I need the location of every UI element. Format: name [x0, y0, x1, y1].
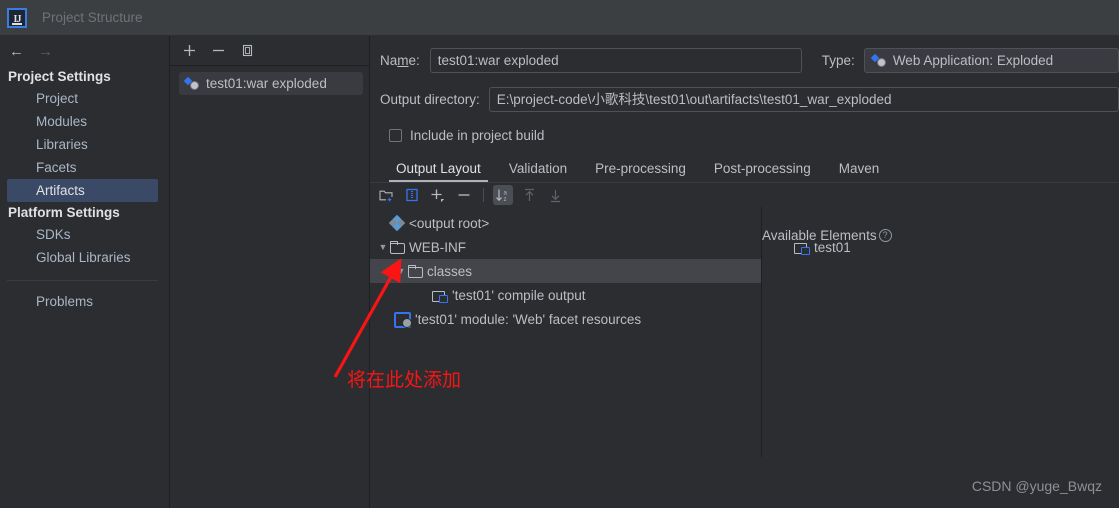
facet-resources-icon: [394, 312, 410, 326]
tree-row-label: 'test01' module: 'Web' facet resources: [415, 312, 641, 327]
move-down-button[interactable]: [545, 185, 565, 205]
window-title: Project Structure: [42, 10, 143, 25]
available-elements-label: Available Elements: [762, 228, 877, 243]
available-elements-header: Available Elements ?: [762, 228, 892, 243]
remove-artifact-button[interactable]: [210, 42, 227, 59]
type-label: Type:: [822, 53, 855, 68]
svg-text:a: a: [504, 190, 508, 196]
type-select[interactable]: Web Application: Exploded: [864, 48, 1119, 73]
artifact-list: test01:war exploded: [170, 66, 369, 95]
sort-button[interactable]: a z: [493, 185, 513, 205]
layout-panes: <output root> ▼ WEB-INF ▼ classes 'test0…: [370, 207, 1119, 457]
sidebar-group-platform-settings: Platform Settings: [0, 202, 169, 223]
available-elements-tree: test01: [762, 207, 1119, 457]
type-value: Web Application: Exploded: [893, 53, 1053, 69]
sidebar-item-libraries[interactable]: Libraries: [0, 133, 169, 156]
add-element-button[interactable]: [428, 185, 448, 205]
tree-row-facet-resources[interactable]: 'test01' module: 'Web' facet resources: [370, 307, 761, 331]
output-root-icon: [390, 216, 404, 230]
output-directory-row: Output directory: E:\project-code\小歌科技\t…: [370, 87, 1119, 112]
artifact-list-pane: test01:war exploded: [170, 36, 370, 508]
create-directory-button[interactable]: [376, 185, 396, 205]
chevron-down-icon[interactable]: ▼: [394, 266, 408, 276]
tree-row-output-root[interactable]: <output root>: [370, 211, 761, 235]
tab-output-layout[interactable]: Output Layout: [382, 161, 495, 182]
include-in-project-build-row[interactable]: Include in project build: [389, 128, 1119, 143]
tree-row-web-inf[interactable]: ▼ WEB-INF: [370, 235, 761, 259]
name-input[interactable]: test01:war exploded: [430, 48, 802, 73]
remove-element-button[interactable]: [454, 185, 474, 205]
folder-icon: [390, 241, 404, 253]
include-in-project-build-label: Include in project build: [410, 128, 544, 143]
move-up-button[interactable]: [519, 185, 539, 205]
add-artifact-button[interactable]: [181, 42, 198, 59]
artifact-item-label: test01:war exploded: [206, 76, 327, 91]
annotation-text: 将在此处添加: [347, 365, 461, 392]
sidebar-item-sdks[interactable]: SDKs: [0, 223, 169, 246]
copy-artifact-button[interactable]: [239, 42, 256, 59]
sidebar-item-artifacts[interactable]: Artifacts: [7, 179, 158, 202]
tree-row-label: 'test01' compile output: [452, 288, 585, 303]
watermark: CSDN @yuge_Bwqz: [972, 478, 1102, 494]
svg-text:z: z: [504, 197, 507, 203]
tab-post-processing[interactable]: Post-processing: [700, 161, 825, 182]
output-directory-label: Output directory:: [380, 92, 480, 107]
tree-row-label: WEB-INF: [409, 240, 466, 255]
intellij-idea-logo-icon: IJ: [7, 8, 27, 28]
folder-icon: [408, 265, 422, 277]
tab-maven[interactable]: Maven: [825, 161, 894, 182]
sidebar-item-global-libraries[interactable]: Global Libraries: [0, 246, 169, 269]
detail-tabs: Output Layout Validation Pre-processing …: [382, 157, 1119, 182]
arrow-right-icon[interactable]: →: [38, 44, 53, 59]
module-output-icon: [432, 289, 447, 302]
module-output-icon: [794, 241, 809, 254]
tree-row-label: classes: [427, 264, 472, 279]
settings-sidebar: ← → Project Settings Project Modules Lib…: [0, 36, 170, 508]
tree-row-compile-output[interactable]: 'test01' compile output: [370, 283, 761, 307]
toolbar-divider: [483, 188, 484, 202]
output-layout-tree: <output root> ▼ WEB-INF ▼ classes 'test0…: [370, 207, 762, 457]
sidebar-item-modules[interactable]: Modules: [0, 110, 169, 133]
artifact-detail-pane: Name: test01:war exploded Type: Web Appl…: [370, 36, 1119, 508]
artifact-icon: [185, 77, 200, 91]
artifact-icon: [872, 54, 887, 68]
create-archive-button[interactable]: [402, 185, 422, 205]
name-row: Name: test01:war exploded Type: Web Appl…: [370, 48, 1119, 73]
tab-pre-processing[interactable]: Pre-processing: [581, 161, 700, 182]
output-directory-input[interactable]: E:\project-code\小歌科技\test01\out\artifact…: [489, 87, 1119, 112]
tree-row-classes[interactable]: ▼ classes: [370, 259, 761, 283]
sidebar-group-project-settings: Project Settings: [0, 66, 169, 87]
include-in-project-build-checkbox[interactable]: [389, 129, 402, 142]
output-layout-toolbar: a z: [370, 183, 1119, 207]
list-item[interactable]: test01:war exploded: [179, 72, 363, 95]
tree-row-label: <output root>: [409, 216, 489, 231]
sidebar-divider: [7, 280, 158, 281]
sidebar-item-project[interactable]: Project: [0, 87, 169, 110]
tab-validation[interactable]: Validation: [495, 161, 581, 182]
help-icon[interactable]: ?: [879, 229, 892, 242]
window-title-bar: IJ Project Structure: [0, 0, 1119, 36]
sidebar-item-facets[interactable]: Facets: [0, 156, 169, 179]
artifact-list-toolbar: [170, 36, 369, 66]
chevron-down-icon[interactable]: ▼: [376, 242, 390, 252]
sidebar-item-problems[interactable]: Problems: [0, 290, 169, 313]
arrow-left-icon[interactable]: ←: [9, 44, 24, 59]
navigation-arrows: ← →: [0, 36, 169, 66]
name-label: Name:: [380, 53, 420, 68]
